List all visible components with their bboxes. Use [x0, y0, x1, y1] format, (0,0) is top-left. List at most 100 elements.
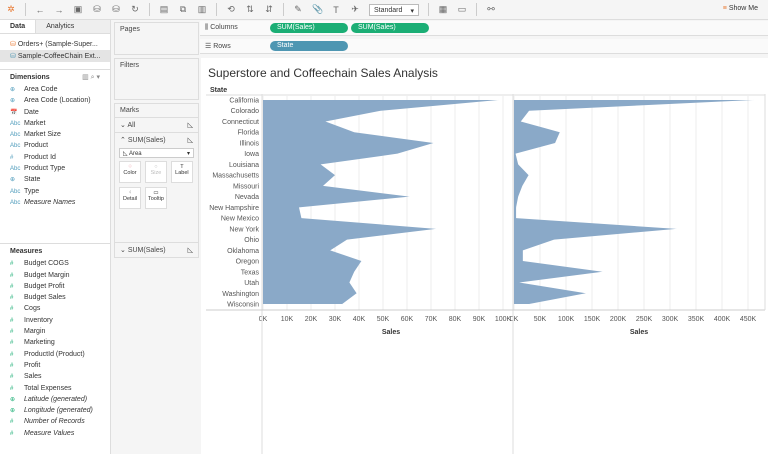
state-label: Nevada: [235, 194, 259, 201]
field-item[interactable]: # Product Id: [0, 152, 110, 163]
field-item[interactable]: Abc Market Size: [0, 129, 110, 140]
field-item[interactable]: # Marketing: [0, 337, 110, 348]
field-item[interactable]: ⊕ State: [0, 174, 110, 185]
datasource-item[interactable]: ⛁ Orders+ (Sample-Super...: [0, 38, 110, 50]
state-label: California: [229, 98, 259, 105]
show-me-label: Show Me: [728, 5, 758, 12]
detail-button[interactable]: ⁖ Detail: [119, 187, 141, 209]
view-size-value: Standard: [374, 6, 403, 14]
tab-data[interactable]: Data: [0, 20, 37, 33]
new-worksheet-icon[interactable]: ▤: [159, 4, 169, 15]
field-item[interactable]: ⊕ Area Code (Location): [0, 95, 110, 106]
area-chart-icon: ◺: [187, 137, 193, 144]
marks-sum-sales-row[interactable]: ⌃ SUM(Sales) ◺: [115, 132, 198, 147]
redo-icon[interactable]: →: [54, 5, 64, 15]
refresh-icon[interactable]: ↻: [130, 4, 140, 15]
rows-pill[interactable]: State: [270, 41, 348, 51]
state-label: Colorado: [231, 108, 260, 115]
new-datasource-icon[interactable]: ⛁: [92, 4, 102, 15]
filters-card[interactable]: Filters: [114, 58, 199, 100]
color-button[interactable]: ⁘ Color: [119, 161, 141, 183]
field-item[interactable]: ⊕ Longitude (generated): [0, 405, 110, 416]
x-axis-title: Sales: [630, 329, 648, 336]
field-item[interactable]: 📅 Date: [0, 107, 110, 118]
field-item[interactable]: Abc Market: [0, 118, 110, 129]
field-item[interactable]: # Budget Profit: [0, 281, 110, 292]
state-label: Iowa: [244, 151, 259, 158]
datasource-item[interactable]: ⛁ Sample-CoffeeChain Ext...: [0, 50, 110, 62]
tick-label: 200K: [610, 316, 627, 323]
show-cards-icon[interactable]: ▦: [438, 4, 448, 15]
highlight-icon[interactable]: ✎: [293, 4, 303, 15]
field-label: ProductId (Product): [24, 350, 85, 358]
search-icon[interactable]: ▥ ⌕ ▾: [82, 72, 100, 84]
field-item[interactable]: # Sales: [0, 371, 110, 382]
field-item[interactable]: # Measure Values: [0, 428, 110, 439]
pin-icon[interactable]: ✈: [350, 4, 360, 15]
field-label: Budget Sales: [24, 294, 66, 302]
label-button[interactable]: T Label: [170, 161, 193, 183]
state-label: Oregon: [236, 259, 259, 266]
columns-pill[interactable]: SUM(Sales): [270, 23, 348, 33]
tick-label: 10K: [281, 316, 294, 323]
hash-icon: #: [10, 340, 14, 347]
state-label: Louisiana: [229, 162, 259, 169]
tick-label: 400K: [714, 316, 731, 323]
field-item[interactable]: ⊕ Area Code: [0, 84, 110, 95]
field-item[interactable]: # Margin: [0, 326, 110, 337]
field-label: Area Code: [24, 86, 58, 93]
dimensions-label: Dimensions: [10, 74, 50, 81]
field-item[interactable]: # Cogs: [0, 303, 110, 314]
columns-pill[interactable]: SUM(Sales): [351, 23, 429, 33]
mark-type-dropdown[interactable]: ◺ Area ▾: [119, 148, 194, 158]
field-item[interactable]: # Budget Margin: [0, 270, 110, 281]
field-item[interactable]: # Budget COGS: [0, 258, 110, 269]
field-item[interactable]: Abc Product Type: [0, 163, 110, 174]
field-item[interactable]: # Total Expenses: [0, 383, 110, 394]
field-item[interactable]: # Number of Records: [0, 416, 110, 427]
swap-icon[interactable]: ⟲: [226, 4, 236, 15]
sort-ascending-icon[interactable]: ⇅: [245, 4, 255, 15]
duplicate-icon[interactable]: ⧉: [178, 4, 188, 15]
share-icon[interactable]: ⚯: [486, 4, 496, 15]
field-item[interactable]: ⊕ Latitude (generated): [0, 394, 110, 405]
data-pane: Data Analytics ⛁ Orders+ (Sample-Super..…: [0, 20, 111, 454]
datasource-label: Sample-CoffeeChain Ext...: [17, 53, 101, 60]
field-item[interactable]: Abc Type: [0, 186, 110, 197]
size-button[interactable]: ○ Size: [144, 161, 167, 183]
x-axis-title: Sales: [382, 329, 400, 336]
marks-all-row[interactable]: ⌄ All ◺: [115, 117, 198, 132]
group-icon[interactable]: 📎: [312, 4, 323, 15]
show-me-button[interactable]: ≡ Show Me: [723, 5, 758, 12]
view-size-dropdown[interactable]: Standard ▾: [369, 3, 419, 16]
save-icon[interactable]: ▣: [73, 4, 83, 15]
tableau-logo-icon[interactable]: ✲: [6, 4, 16, 15]
marks-sum-sales-row-2[interactable]: ⌄ SUM(Sales) ◺: [115, 242, 198, 258]
undo-icon[interactable]: ←: [35, 5, 45, 15]
tooltip-button[interactable]: ▭ Tooltip: [144, 187, 167, 209]
field-item[interactable]: # Inventory: [0, 315, 110, 326]
pages-title: Pages: [120, 26, 140, 33]
field-item[interactable]: # Profit: [0, 360, 110, 371]
labels-icon[interactable]: T: [331, 5, 341, 15]
toolbar: ✲ ← → ▣ ⛁ ⛁ ↻ ▤ ⧉ ▥ ⟲ ⇅ ⇵ ✎ 📎 T ✈ Standa…: [0, 0, 768, 20]
tick-label: 70K: [425, 316, 438, 323]
clear-sheet-icon[interactable]: ▥: [197, 4, 207, 15]
sort-descending-icon[interactable]: ⇵: [264, 4, 274, 15]
marks-sum-sales-label: SUM(Sales): [127, 137, 166, 144]
pages-card[interactable]: Pages: [114, 22, 199, 55]
pause-updates-icon[interactable]: ⛁: [111, 4, 121, 15]
state-label: Massachusetts: [212, 173, 259, 180]
rows-shelf[interactable]: ☰ Rows State: [200, 39, 768, 54]
datasource-label: Orders+ (Sample-Super...: [17, 41, 98, 48]
tick-label: 300K: [662, 316, 679, 323]
field-item[interactable]: # Budget Sales: [0, 292, 110, 303]
tab-analytics[interactable]: Analytics: [36, 20, 110, 33]
presentation-icon[interactable]: ▭: [457, 4, 467, 15]
field-item[interactable]: Abc Product: [0, 140, 110, 151]
detail-label: Detail: [122, 196, 138, 202]
dimensions-header: Dimensions ▥ ⌕ ▾: [0, 72, 110, 84]
field-item[interactable]: Abc Measure Names: [0, 197, 110, 208]
field-item[interactable]: # ProductId (Product): [0, 349, 110, 360]
columns-shelf[interactable]: ⫼ Columns SUM(Sales) SUM(Sales): [200, 21, 768, 36]
